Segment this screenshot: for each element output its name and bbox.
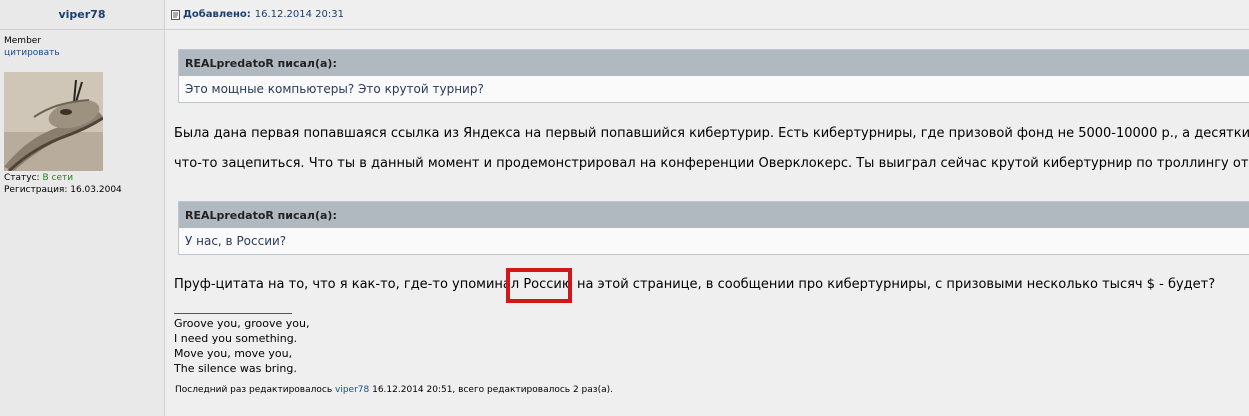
quote-author: REALpredatoR писал(а): <box>179 202 1249 228</box>
highlight-box <box>506 268 572 303</box>
status-online: В сети <box>42 173 74 183</box>
post-header: Добавлено: 16.12.2014 20:31 <box>165 0 1249 30</box>
author-name[interactable]: viper78 <box>0 0 164 30</box>
quote-text: У нас, в России? <box>185 234 287 248</box>
added-label: Добавлено: <box>183 9 251 20</box>
quote-button[interactable]: цитировать <box>4 48 60 58</box>
signature-line: Groove you, groove you, <box>174 317 310 330</box>
signature-divider <box>174 313 292 314</box>
author-sidebar: viper78 Member цитировать Статус: В сети… <box>0 0 165 416</box>
status-label: Статус: <box>4 173 40 183</box>
quote-author: REALpredatoR писал(а): <box>179 50 1249 76</box>
edited-prefix: Последний раз редактировалось <box>175 385 333 395</box>
quote-block-1: REALpredatoR писал(а): Это мощные компью… <box>178 49 1249 103</box>
author-status: Статус: В сети <box>4 173 73 183</box>
quote-block-2: REALpredatoR писал(а): У нас, в России? <box>178 201 1249 255</box>
edited-suffix: 16.12.2014 20:51, всего редактировалось … <box>372 385 613 395</box>
post-paragraph-3: Пруф-цитата на то, что я как-то, где-то … <box>174 277 1216 292</box>
author-registration: Регистрация: 16.03.2004 <box>4 185 122 195</box>
snake-avatar-image <box>4 72 103 171</box>
edited-note: Последний раз редактировалось viper78 16… <box>175 385 613 395</box>
quote-text: Это мощные компьютеры? Это крутой турнир… <box>185 82 484 96</box>
signature-line: Move you, move you, <box>174 347 293 360</box>
author-rank: Member <box>4 36 42 46</box>
edited-user-link[interactable]: viper78 <box>335 385 369 395</box>
post-paragraph-1: Была дана первая попавшаяся ссылка из Ян… <box>174 126 1249 141</box>
post-date: 16.12.2014 20:31 <box>254 9 344 20</box>
signature-line: The silence was bring. <box>174 362 297 375</box>
post-icon[interactable] <box>171 9 180 20</box>
avatar <box>4 72 103 171</box>
signature: Groove you, groove you, I need you somet… <box>174 313 309 376</box>
post-paragraph-2: что-то зацепиться. Что ты в данный момен… <box>174 156 1249 171</box>
signature-line: I need you something. <box>174 332 298 345</box>
